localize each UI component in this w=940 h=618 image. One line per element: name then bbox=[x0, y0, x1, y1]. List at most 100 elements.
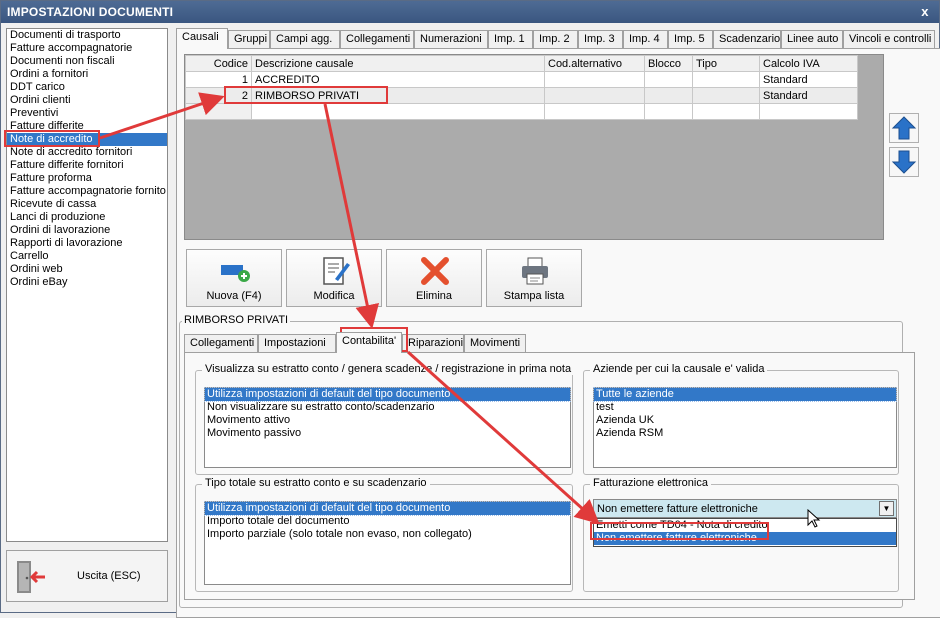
list-item[interactable]: Note di accredito fornitori bbox=[7, 146, 167, 159]
delete-button[interactable]: Elimina bbox=[386, 249, 482, 307]
tab-contabilita-panel: Visualizza su estratto conto / genera sc… bbox=[184, 352, 915, 600]
document-type-list[interactable]: Documenti di trasporto Fatture accompagna… bbox=[6, 28, 168, 542]
annotation-box-rimborso-row bbox=[224, 86, 388, 104]
row-alt-code[interactable] bbox=[544, 87, 645, 104]
statement-listbox[interactable]: Utilizza impostazioni di default del tip… bbox=[204, 387, 571, 468]
row-alt-code[interactable] bbox=[544, 71, 645, 88]
causale-detail-title: RIMBORSO PRIVATI bbox=[182, 314, 291, 326]
tab-imp-3[interactable]: Imp. 3 bbox=[578, 30, 623, 48]
tab-collegamenti[interactable]: Collegamenti bbox=[184, 334, 258, 352]
list-item[interactable]: Carrello bbox=[7, 250, 167, 263]
col-header-description[interactable]: Descrizione causale bbox=[251, 55, 545, 72]
list-item[interactable]: Fatture differite fornitori bbox=[7, 159, 167, 172]
col-header-vat[interactable]: Calcolo IVA bbox=[759, 55, 858, 72]
causali-grid[interactable]: Codice Descrizione causale Cod.alternati… bbox=[184, 54, 884, 240]
list-item[interactable]: Ordini di lavorazione bbox=[7, 224, 167, 237]
row-vat[interactable]: Standard bbox=[759, 71, 858, 88]
exit-button-label: Uscita (ESC) bbox=[77, 570, 141, 582]
list-item[interactable]: Tutte le aziende bbox=[593, 387, 897, 402]
detail-tabs: Collegamenti Impostazioni Contabilita' Ripa… bbox=[184, 332, 900, 353]
list-item[interactable]: Rapporti di lavorazione bbox=[7, 237, 167, 250]
tab-imp-1[interactable]: Imp. 1 bbox=[488, 30, 533, 48]
printer-icon bbox=[522, 257, 548, 285]
tab-campi-agg[interactable]: Campi agg. bbox=[270, 30, 340, 48]
tab-collegamenti[interactable]: Collegamenti bbox=[340, 30, 414, 48]
tab-imp-5[interactable]: Imp. 5 bbox=[668, 30, 713, 48]
tab-vincoli-e-controlli[interactable]: Vincoli e controlli bbox=[843, 30, 935, 48]
tab-scadenzario[interactable]: Scadenzario bbox=[713, 30, 781, 48]
einvoice-group-legend: Fatturazione elettronica bbox=[590, 477, 711, 489]
print-list-button[interactable]: Stampa lista bbox=[486, 249, 582, 307]
tab-numerazioni[interactable]: Numerazioni bbox=[414, 30, 488, 48]
delete-button-label: Elimina bbox=[415, 290, 453, 302]
mouse-cursor-icon bbox=[807, 509, 821, 528]
einvoice-select-value: Non emettere fatture elettroniche bbox=[597, 503, 758, 515]
list-item[interactable]: Utilizza impostazioni di default del tip… bbox=[204, 501, 571, 516]
tab-contabilita[interactable]: Contabilita' bbox=[336, 332, 402, 353]
list-item[interactable]: Ordini clienti bbox=[7, 94, 167, 107]
main-panel: Causali Gruppi Campi agg. Collegamenti Numer… bbox=[176, 28, 940, 618]
statement-group-legend: Visualizza su estratto conto / genera sc… bbox=[202, 363, 575, 375]
list-item[interactable]: Ordini web bbox=[7, 263, 167, 276]
col-header-code[interactable]: Codice bbox=[185, 55, 252, 72]
tab-imp-4[interactable]: Imp. 4 bbox=[623, 30, 668, 48]
window-title: IMPOSTAZIONI DOCUMENTI bbox=[7, 5, 174, 19]
list-item[interactable]: Non visualizzare su estratto conto/scade… bbox=[205, 401, 570, 414]
list-item[interactable]: DDT carico bbox=[7, 81, 167, 94]
list-item[interactable]: Documenti non fiscali bbox=[7, 55, 167, 68]
col-header-type[interactable]: Tipo bbox=[692, 55, 760, 72]
list-item[interactable]: Azienda UK bbox=[594, 414, 896, 427]
tab-imp-2[interactable]: Imp. 2 bbox=[533, 30, 578, 48]
list-item[interactable]: Documenti di trasporto bbox=[7, 29, 167, 42]
exit-button[interactable]: Uscita (ESC) bbox=[6, 550, 168, 602]
list-item[interactable]: Ordini eBay bbox=[7, 276, 167, 289]
tab-riparazioni[interactable]: Riparazioni bbox=[402, 334, 464, 352]
close-icon[interactable]: x bbox=[917, 4, 933, 20]
total-type-listbox[interactable]: Utilizza impostazioni di default del tip… bbox=[204, 501, 571, 585]
new-document-icon bbox=[221, 265, 250, 282]
arrow-up-icon bbox=[891, 116, 917, 140]
edit-button-label: Modifica bbox=[313, 290, 355, 302]
list-item[interactable]: Lanci di produzione bbox=[7, 211, 167, 224]
move-up-button[interactable] bbox=[889, 113, 919, 143]
list-item[interactable]: Utilizza impostazioni di default del tip… bbox=[204, 387, 571, 402]
exit-door-icon bbox=[13, 559, 47, 598]
move-down-button[interactable] bbox=[889, 147, 919, 177]
row-block[interactable] bbox=[644, 71, 693, 88]
delete-x-icon bbox=[421, 257, 449, 285]
row-vat[interactable]: Standard bbox=[759, 87, 858, 104]
companies-listbox[interactable]: Tutte le aziende test Azienda UK Azienda RS… bbox=[593, 387, 897, 468]
tab-impostazioni[interactable]: Impostazioni bbox=[258, 334, 336, 352]
list-item[interactable]: Fatture accompagnatorie bbox=[7, 42, 167, 55]
col-header-alt-code[interactable]: Cod.alternativo bbox=[544, 55, 645, 72]
list-item[interactable]: Preventivi bbox=[7, 107, 167, 120]
row-type[interactable] bbox=[692, 87, 760, 104]
main-tabs: Causali Gruppi Campi agg. Collegamenti Numer… bbox=[176, 28, 940, 49]
col-header-block[interactable]: Blocco bbox=[644, 55, 693, 72]
new-button[interactable]: Nuova (F4) bbox=[186, 249, 282, 307]
total-type-group-legend: Tipo totale su estratto conto e su scade… bbox=[202, 477, 430, 489]
list-item[interactable]: Fatture accompagnatorie fornito bbox=[7, 185, 167, 198]
list-item[interactable]: Movimento attivo bbox=[205, 414, 570, 427]
settings-window: IMPOSTAZIONI DOCUMENTI x Documenti di tr… bbox=[0, 0, 940, 618]
row-block[interactable] bbox=[644, 87, 693, 104]
list-item[interactable]: test bbox=[594, 401, 896, 414]
tab-movimenti[interactable]: Movimenti bbox=[464, 334, 526, 352]
row-type[interactable] bbox=[692, 71, 760, 88]
tab-causali-panel: Codice Descrizione causale Cod.alternati… bbox=[176, 48, 940, 618]
edit-button[interactable]: Modifica bbox=[286, 249, 382, 307]
einvoice-select[interactable]: Non emettere fatture elettroniche ▼ bbox=[593, 499, 897, 518]
table-row-new[interactable] bbox=[185, 103, 858, 120]
tab-gruppi[interactable]: Gruppi bbox=[228, 30, 270, 48]
tab-linee-auto[interactable]: Linee auto bbox=[781, 30, 843, 48]
list-item[interactable]: Movimento passivo bbox=[205, 427, 570, 440]
tab-causali[interactable]: Causali bbox=[176, 28, 228, 49]
list-item[interactable]: Importo totale del documento bbox=[205, 515, 570, 528]
list-item[interactable]: Ricevute di cassa bbox=[7, 198, 167, 211]
list-item[interactable]: Importo parziale (solo totale non evaso,… bbox=[205, 528, 570, 541]
chevron-down-icon[interactable]: ▼ bbox=[879, 501, 894, 516]
list-item[interactable]: Fatture proforma bbox=[7, 172, 167, 185]
list-item[interactable]: Ordini a fornitori bbox=[7, 68, 167, 81]
list-item[interactable]: Azienda RSM bbox=[594, 427, 896, 440]
arrow-down-icon bbox=[891, 150, 917, 174]
